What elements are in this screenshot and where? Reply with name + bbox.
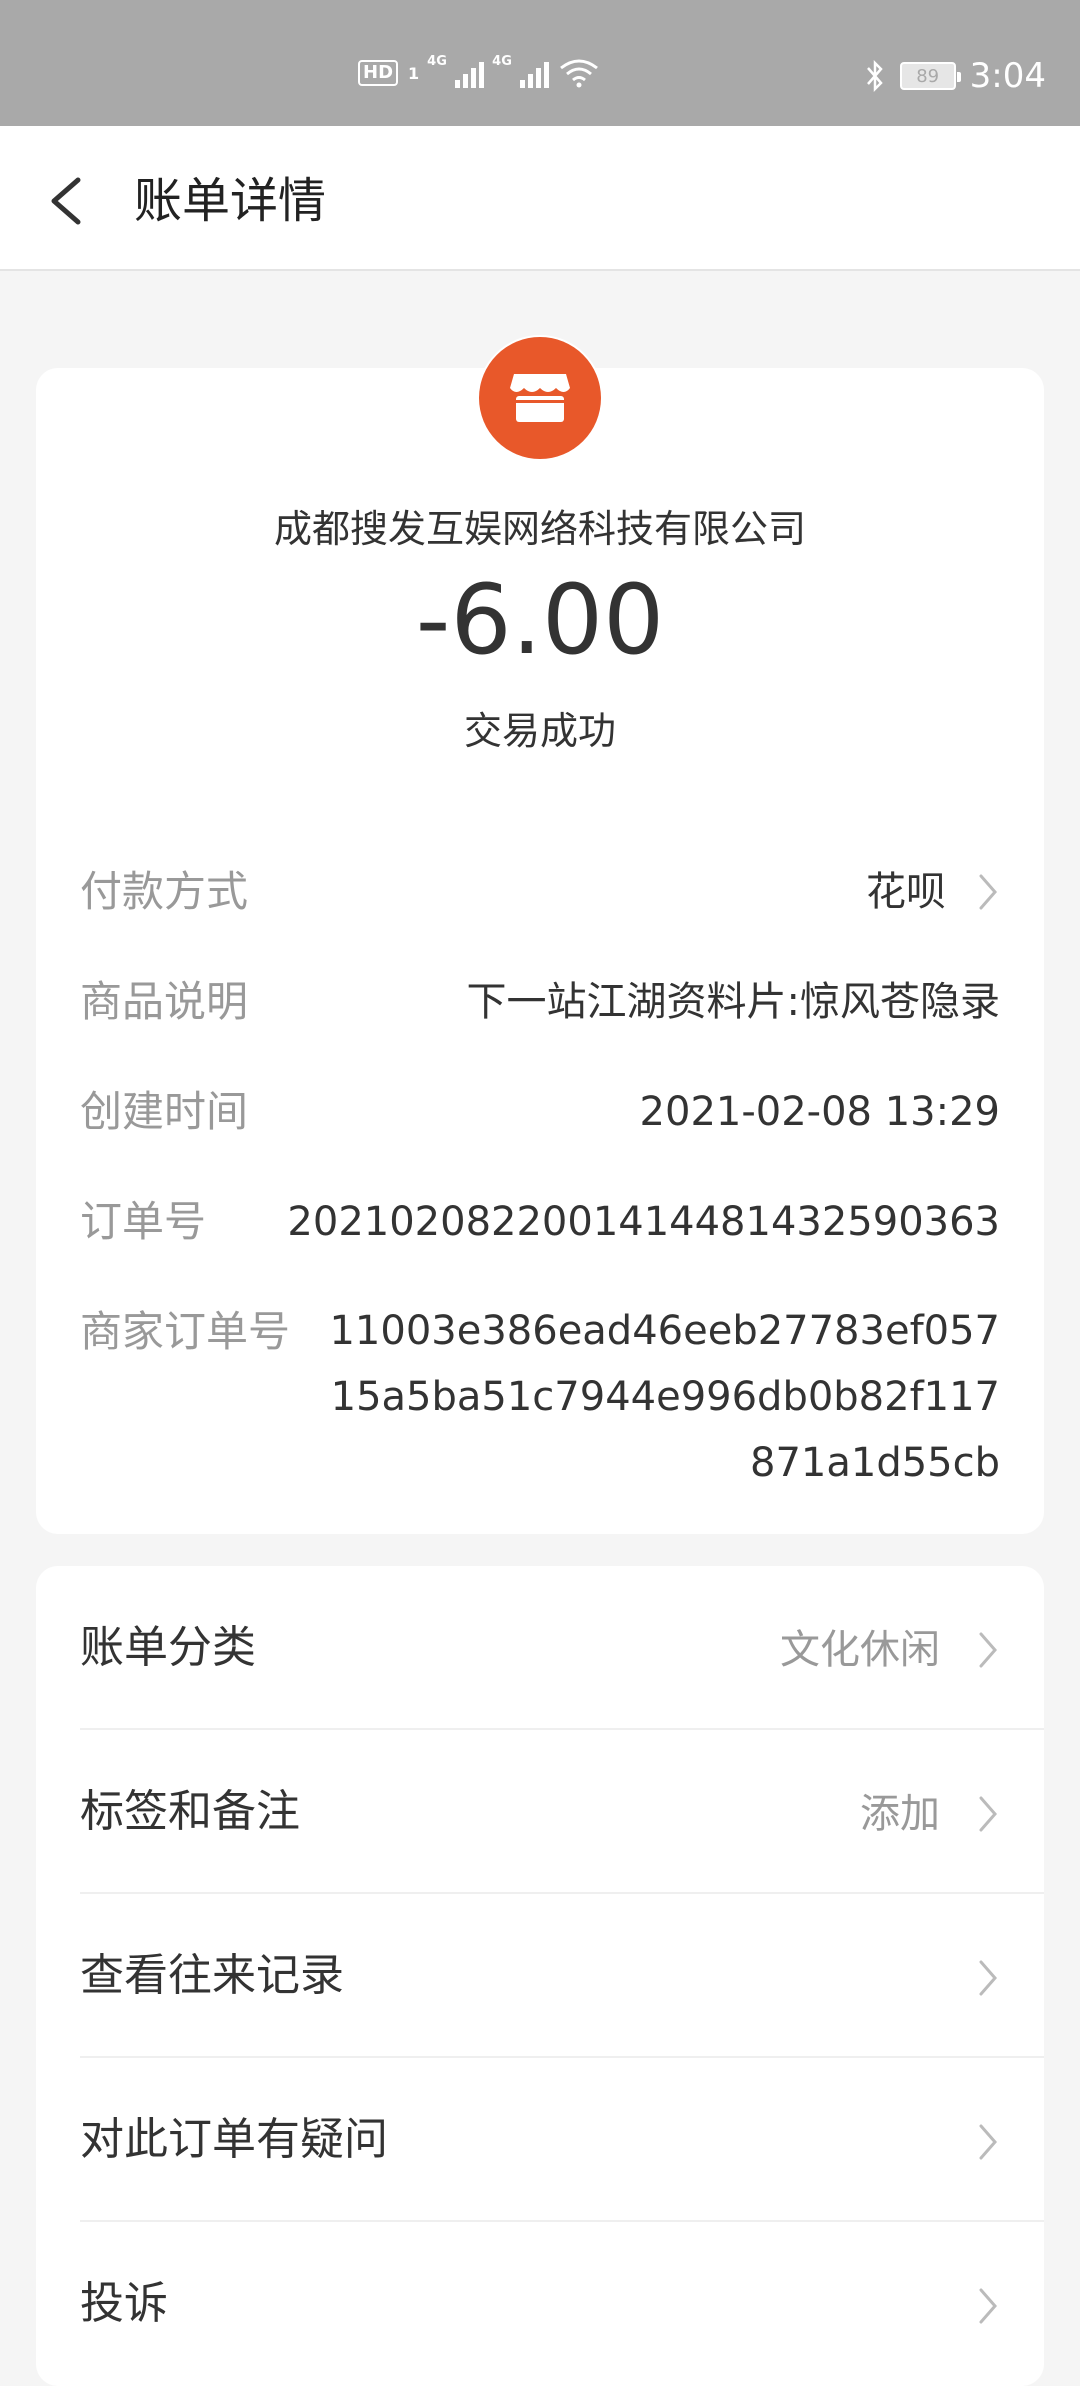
bill-category-value: 文化休闲 (780, 1627, 940, 1673)
wifi-icon (560, 59, 599, 88)
transaction-history-item[interactable]: 查看往来记录 (80, 1894, 1044, 2058)
chevron-right-icon (979, 2288, 997, 2324)
detail-label: 订单号 (80, 1197, 207, 1246)
merchant-order-number-value: 11003e386ead46eeb27783ef057 15a5ba51c794… (300, 1298, 1000, 1496)
chevron-right-icon (979, 874, 997, 910)
transaction-card: 成都搜发互娱网络科技有限公司 -6.00 交易成功 付款方式 花呗 商品说明 下… (36, 335, 1044, 1534)
created-time-row: 创建时间 2021-02-08 13:29 (80, 1082, 1000, 1142)
tags-notes-value: 添加 (860, 1791, 940, 1837)
menu-label: 对此订单有疑问 (80, 2114, 388, 2165)
merchant-name: 成都搜发互娱网络科技有限公司 (273, 507, 806, 551)
header: 账单详情 (0, 126, 1080, 271)
detail-label: 付款方式 (80, 867, 249, 916)
chevron-right-icon (979, 1796, 997, 1832)
store-icon (479, 337, 601, 459)
order-question-item[interactable]: 对此订单有疑问 (80, 2058, 1044, 2222)
merchant-order-line: 11003e386ead46eeb27783ef057 (329, 1308, 1000, 1354)
product-description-row: 商品说明 下一站江湖资料片:惊风苍隐录 (80, 972, 1000, 1032)
battery-icon: 89 (899, 62, 961, 90)
status-right-icons: 89 3:04 (864, 56, 1046, 96)
back-arrow-icon[interactable] (40, 166, 96, 236)
menu-label: 账单分类 (80, 1622, 256, 1673)
status-time: 3:04 (969, 56, 1046, 96)
transaction-amount: -6.00 (415, 564, 665, 676)
cellular-signal-icon: 4G (492, 54, 550, 88)
product-description-value: 下一站江湖资料片:惊风苍隐录 (466, 979, 1000, 1025)
payment-method-value: 花呗 (866, 869, 946, 915)
chevron-right-icon (979, 2124, 997, 2160)
menu-label: 查看往来记录 (80, 1950, 344, 2001)
payment-method-row[interactable]: 付款方式 花呗 (80, 862, 1000, 922)
order-number-row: 订单号 2021020822001414481432590363 (80, 1192, 1000, 1252)
page-title: 账单详情 (134, 173, 327, 229)
status-left-icons: HD 1 4G 4G (358, 54, 599, 88)
complaint-item[interactable]: 投诉 (80, 2222, 1044, 2386)
merchant-order-line: 871a1d55cb (750, 1440, 1000, 1486)
actions-card: 账单分类 文化休闲 标签和备注 添加 查看往来记录 对此订单有疑问 投诉 (36, 1566, 1044, 2386)
detail-label: 商家订单号 (80, 1307, 291, 1356)
detail-label: 商品说明 (80, 977, 249, 1026)
merchant-order-line: 15a5ba51c7944e996db0b82f117 (330, 1374, 1000, 1420)
tags-notes-item[interactable]: 标签和备注 添加 (80, 1730, 1044, 1894)
chevron-right-icon (979, 1960, 997, 1996)
transaction-status: 交易成功 (463, 709, 616, 753)
bluetooth-icon (866, 59, 883, 93)
hd-voice-icon: HD (358, 60, 399, 86)
order-number-value: 2021020822001414481432590363 (287, 1199, 1000, 1245)
status-bar: HD 1 4G 4G 89 3:04 (0, 0, 1080, 126)
created-time-value: 2021-02-08 13:29 (639, 1089, 1000, 1135)
menu-label: 标签和备注 (80, 1786, 300, 1837)
merchant-order-number-row: 商家订单号 11003e386ead46eeb27783ef057 15a5ba… (80, 1302, 1000, 1502)
detail-label: 创建时间 (80, 1087, 249, 1136)
bill-category-item[interactable]: 账单分类 文化休闲 (80, 1566, 1044, 1730)
cellular-signal-icon: 4G (427, 54, 485, 88)
merchant-logo (477, 335, 603, 461)
chevron-right-icon (979, 1632, 997, 1668)
sim-indicator: 1 (408, 63, 420, 83)
menu-label: 投诉 (80, 2278, 168, 2329)
